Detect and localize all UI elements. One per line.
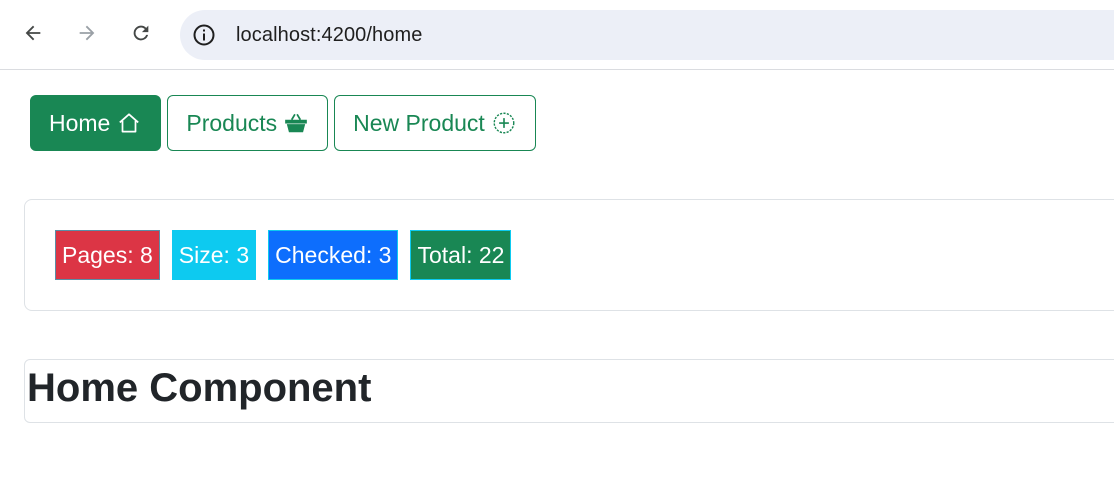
back-button[interactable] xyxy=(15,15,51,51)
reload-icon xyxy=(133,25,149,41)
basket-icon xyxy=(283,110,309,136)
house-icon xyxy=(116,110,142,136)
arrow-left-icon xyxy=(25,25,41,41)
browser-toolbar: localhost:4200/home xyxy=(0,0,1114,70)
checked-badge[interactable]: Checked: 3 xyxy=(268,230,399,280)
home-title-card: Home Component xyxy=(24,359,1114,423)
products-nav-button[interactable]: Products xyxy=(167,95,329,151)
url-text[interactable]: localhost:4200/home xyxy=(236,24,422,47)
page-title: Home Component xyxy=(27,366,372,410)
forward-button[interactable] xyxy=(69,15,105,51)
info-icon xyxy=(193,24,215,46)
new-product-nav-label: New Product xyxy=(353,109,485,136)
home-nav-button[interactable]: Home xyxy=(30,95,162,151)
new-product-nav-button[interactable]: New Product xyxy=(334,95,536,151)
arrow-right-icon xyxy=(79,25,95,41)
site-info-button[interactable] xyxy=(192,23,216,47)
stats-card: Pages: 8 Size: 3 Checked: 3 Total: 22 xyxy=(24,199,1114,311)
plus-circle-icon xyxy=(491,110,517,136)
address-bar[interactable]: localhost:4200/home xyxy=(180,10,1114,60)
size-badge[interactable]: Size: 3 xyxy=(171,230,257,280)
stats-badges: Pages: 8 Size: 3 Checked: 3 Total: 22 xyxy=(55,230,512,280)
home-nav-label: Home xyxy=(49,109,111,136)
products-nav-label: Products xyxy=(186,109,278,136)
app-nav: Home Products New Product xyxy=(30,95,536,151)
pages-badge[interactable]: Pages: 8 xyxy=(55,230,160,280)
reload-button[interactable] xyxy=(123,15,159,51)
total-badge[interactable]: Total: 22 xyxy=(410,230,512,280)
